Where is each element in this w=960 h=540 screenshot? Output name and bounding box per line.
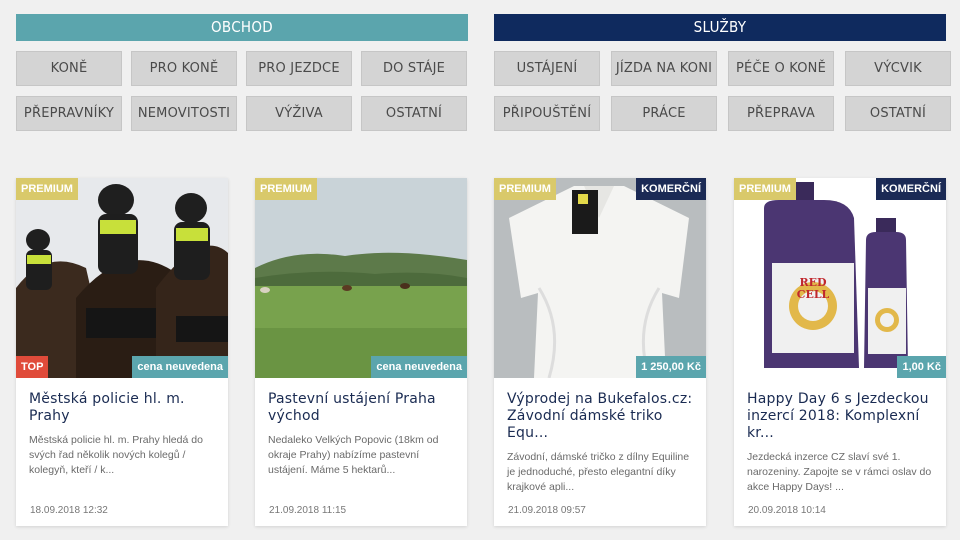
premium-badge: PREMIUM <box>494 178 556 200</box>
listing-title[interactable]: Pastevní ustájení Praha východ <box>268 391 455 425</box>
listing-card[interactable]: RED CELL PREMIUM KOMERČNÍ 1,00 Kč Happy … <box>734 178 946 526</box>
premium-badge: PREMIUM <box>255 178 317 200</box>
top-badge: TOP <box>16 356 49 378</box>
listing-date: 21.09.2018 09:57 <box>508 505 586 516</box>
sluzby-buttons: USTÁJENÍ JÍZDA NA KONI PÉČE O KONĚ VÝCVI… <box>494 51 951 131</box>
obchod-buttons: KONĚ PRO KONĚ PRO JEZDCE DO STÁJE PŘEPRA… <box>16 51 468 131</box>
listing-date: 21.09.2018 11:15 <box>269 505 347 516</box>
listing-cards: PREMIUM TOP cena neuvedena Městská polic… <box>16 178 951 540</box>
svg-text:CELL: CELL <box>797 288 830 301</box>
listing-description: Závodní, dámské tričko z dílny Equiline … <box>507 451 690 493</box>
pasture-photo <box>255 178 467 378</box>
sluzby-pece-o-kone-button[interactable]: PÉČE O KONĚ <box>728 51 834 86</box>
obchod-kone-button[interactable]: KONĚ <box>16 51 122 86</box>
price-badge: cena neuvedena <box>371 356 467 378</box>
price-badge: cena neuvedena <box>132 356 228 378</box>
listing-image-pasture[interactable]: PREMIUM cena neuvedena <box>255 178 467 378</box>
police-horses-photo <box>16 178 228 378</box>
listing-card[interactable]: PREMIUM TOP cena neuvedena Městská polic… <box>16 178 228 526</box>
listing-title[interactable]: Happy Day 6 s Jezdeckou inzercí 2018: Ko… <box>747 391 934 442</box>
sluzby-pripousteni-button[interactable]: PŘIPOUŠTĚNÍ <box>494 96 600 131</box>
obchod-pro-jezdce-button[interactable]: PRO JEZDCE <box>246 51 352 86</box>
obchod-header[interactable]: OBCHOD <box>16 14 468 41</box>
premium-badge: PREMIUM <box>16 178 78 200</box>
komercni-badge: KOMERČNÍ <box>876 178 946 200</box>
premium-badge: PREMIUM <box>734 178 796 200</box>
listing-image-shirt[interactable]: PREMIUM KOMERČNÍ 1 250,00 Kč <box>494 178 706 378</box>
sluzby-vycvik-button[interactable]: VÝCVIK <box>845 51 951 86</box>
listing-card[interactable]: PREMIUM KOMERČNÍ 1 250,00 Kč Výprodej na… <box>494 178 706 526</box>
red-cell-bottles-photo: RED CELL <box>734 178 946 378</box>
listing-image-supplement[interactable]: RED CELL PREMIUM KOMERČNÍ 1,00 Kč <box>734 178 946 378</box>
obchod-ostatni-button[interactable]: OSTATNÍ <box>361 96 467 131</box>
sluzby-prace-button[interactable]: PRÁCE <box>611 96 717 131</box>
white-shirt-photo <box>494 178 706 378</box>
obchod-prepravniky-button[interactable]: PŘEPRAVNÍKY <box>16 96 122 131</box>
listing-date: 20.09.2018 10:14 <box>748 505 826 516</box>
listing-card[interactable]: PREMIUM cena neuvedena Pastevní ustájení… <box>255 178 467 526</box>
obchod-do-staje-button[interactable]: DO STÁJE <box>361 51 467 86</box>
price-badge: 1 250,00 Kč <box>636 356 706 378</box>
listing-date: 18.09.2018 12:32 <box>30 505 108 516</box>
sluzby-preprava-button[interactable]: PŘEPRAVA <box>728 96 834 131</box>
listing-description: Nedaleko Velkých Popovic (18km od okraje… <box>268 434 439 476</box>
listing-title[interactable]: Městská policie hl. m. Prahy <box>29 391 216 425</box>
sluzby-header[interactable]: SLUŽBY <box>494 14 946 41</box>
obchod-pro-kone-button[interactable]: PRO KONĚ <box>131 51 237 86</box>
sluzby-jizda-na-koni-button[interactable]: JÍZDA NA KONI <box>611 51 717 86</box>
obchod-section: OBCHOD KONĚ PRO KONĚ PRO JEZDCE DO STÁJE… <box>16 14 468 131</box>
listing-image-police-horses[interactable]: PREMIUM TOP cena neuvedena <box>16 178 228 378</box>
listing-description: Městská policie hl. m. Prahy hledá do sv… <box>29 434 203 476</box>
sluzby-section: SLUŽBY USTÁJENÍ JÍZDA NA KONI PÉČE O KON… <box>494 14 951 131</box>
sluzby-ustajeni-button[interactable]: USTÁJENÍ <box>494 51 600 86</box>
komercni-badge: KOMERČNÍ <box>636 178 706 200</box>
obchod-vyziva-button[interactable]: VÝŽIVA <box>246 96 352 131</box>
listing-description: Jezdecká inzerce CZ slaví své 1. narozen… <box>747 451 932 493</box>
sluzby-ostatni-button[interactable]: OSTATNÍ <box>845 96 951 131</box>
obchod-nemovitosti-button[interactable]: NEMOVITOSTI <box>131 96 237 131</box>
price-badge: 1,00 Kč <box>897 356 946 378</box>
listing-title[interactable]: Výprodej na Bukefalos.cz: Závodní dámské… <box>507 391 694 442</box>
